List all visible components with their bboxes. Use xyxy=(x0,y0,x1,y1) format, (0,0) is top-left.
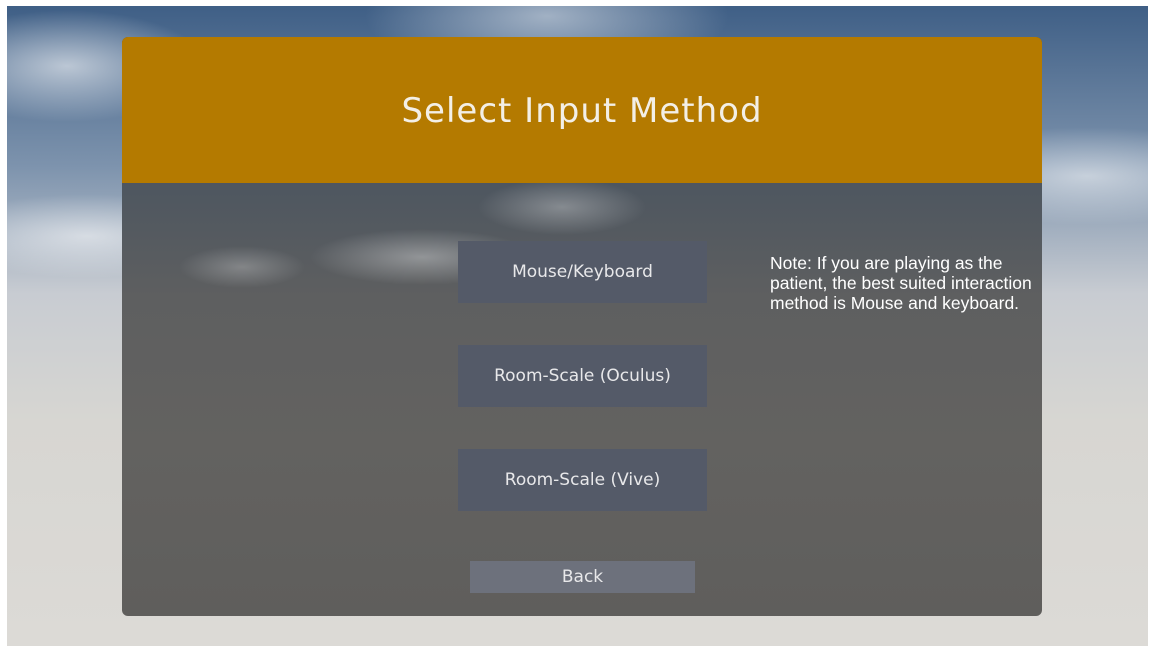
panel-header: Select Input Method xyxy=(122,37,1042,183)
room-scale-vive-button[interactable]: Room-Scale (Vive) xyxy=(458,449,707,511)
mouse-keyboard-button[interactable]: Mouse/Keyboard xyxy=(458,241,707,303)
input-note-text: Note: If you are playing as the patient,… xyxy=(770,253,1032,313)
room-scale-oculus-button[interactable]: Room-Scale (Oculus) xyxy=(458,345,707,407)
back-button[interactable]: Back xyxy=(470,561,695,593)
game-screen: Select Input Method Mouse/Keyboard Room-… xyxy=(7,6,1148,646)
panel-title: Select Input Method xyxy=(401,91,763,131)
input-method-panel: Select Input Method Mouse/Keyboard Room-… xyxy=(122,37,1042,616)
